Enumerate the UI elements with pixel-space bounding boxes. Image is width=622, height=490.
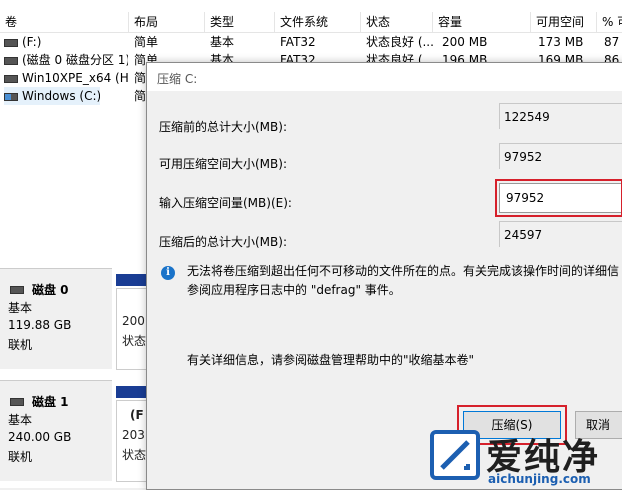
partition-text: (F <box>130 408 144 422</box>
col-header-volume[interactable]: 卷 <box>0 12 128 32</box>
info-text-line1: 无法将卷压缩到超出任何不可移动的文件所在的点。有关完成该操作时间的详细信 <box>187 264 620 278</box>
volume-name: (F:) <box>22 35 42 49</box>
volume-layout: 简 <box>134 89 147 103</box>
partition-text: 203 <box>122 428 145 442</box>
volume-filesystem: FAT32 <box>280 35 316 49</box>
partition-text: 200 <box>122 314 145 328</box>
disk-size: 119.88 GB <box>8 318 72 332</box>
dialog-title: 压缩 C: <box>157 72 198 86</box>
size-before-value: 122549 <box>499 103 622 129</box>
disk-title: 磁盘 0 <box>32 283 69 297</box>
watermark-url: aichunjing.com <box>488 472 591 486</box>
available-shrink-value: 97952 <box>499 143 622 169</box>
volume-layout: 简单 <box>134 35 159 49</box>
table-row[interactable]: (F:) 简单 基本 FAT32 状态良好 (... 200 MB 173 MB… <box>0 33 622 51</box>
volume-status: 状态良好 (... <box>366 35 434 49</box>
windows-volume-icon <box>4 92 18 101</box>
disk-state: 联机 <box>8 450 33 464</box>
size-after-value: 24597 <box>499 221 622 247</box>
disk-volume-icon <box>4 56 18 65</box>
size-after-label: 压缩后的总计大小(MB): <box>159 235 287 249</box>
info-text-line2: 参阅应用程序日志中的 "defrag" 事件。 <box>187 283 401 297</box>
col-header-type[interactable]: 类型 <box>204 12 274 32</box>
disk-icon <box>10 398 24 406</box>
volume-type: 基本 <box>210 35 235 49</box>
info-icon: i <box>161 266 175 280</box>
disk-volume-icon <box>4 38 18 47</box>
watermark-logo-icon <box>430 430 480 480</box>
input-highlight-box <box>495 179 622 217</box>
disk-0-label[interactable]: 磁盘 0 基本 119.88 GB 联机 <box>0 268 112 369</box>
volume-layout: 简 <box>134 71 147 85</box>
volume-name: (磁盘 0 磁盘分区 1) <box>22 53 128 67</box>
watermark: 爱纯净 aichunjing.com <box>430 428 622 488</box>
partition-text: 状态 <box>122 334 147 348</box>
shrink-amount-label: 输入压缩空间量(MB)(E): <box>159 196 292 210</box>
disk-state: 联机 <box>8 338 33 352</box>
disk-1-label[interactable]: 磁盘 1 基本 240.00 GB 联机 <box>0 380 112 481</box>
disk-type: 基本 <box>8 301 33 315</box>
volume-name: Win10XPE_x64 (H:) <box>22 71 128 85</box>
volume-name: Windows (C:) <box>22 89 100 103</box>
top-strip <box>0 0 622 12</box>
volume-capacity: 200 MB <box>442 35 488 49</box>
help-text: 有关详细信息，请参阅磁盘管理帮助中的"收缩基本卷" <box>187 353 475 367</box>
volume-percent: 87 <box>604 35 620 49</box>
col-header-status[interactable]: 状态 <box>360 12 432 32</box>
disk-icon <box>10 286 24 294</box>
size-before-label: 压缩前的总计大小(MB): <box>159 120 287 134</box>
col-header-layout[interactable]: 布局 <box>128 12 204 32</box>
volume-free: 173 MB <box>538 35 584 49</box>
col-header-capacity[interactable]: 容量 <box>432 12 530 32</box>
partition-text: 状态 <box>122 448 147 462</box>
shrink-dialog: 压缩 C: 压缩前的总计大小(MB): 122549 可用压缩空间大小(MB):… <box>146 62 622 490</box>
col-header-percent-free[interactable]: % 可 <box>596 12 622 32</box>
disk-title: 磁盘 1 <box>32 395 69 409</box>
volume-table-header: 卷 布局 类型 文件系统 状态 容量 可用空间 % 可 <box>0 12 622 33</box>
available-shrink-label: 可用压缩空间大小(MB): <box>159 157 287 171</box>
partition-bar <box>116 386 148 398</box>
partition-box[interactable] <box>116 288 148 370</box>
disk-type: 基本 <box>8 413 33 427</box>
disk-size: 240.00 GB <box>8 430 72 444</box>
disk-volume-icon <box>4 74 18 83</box>
col-header-free-space[interactable]: 可用空间 <box>530 12 596 32</box>
partition-bar <box>116 274 148 286</box>
col-header-filesystem[interactable]: 文件系统 <box>274 12 360 32</box>
dialog-titlebar[interactable]: 压缩 C: <box>147 63 622 91</box>
